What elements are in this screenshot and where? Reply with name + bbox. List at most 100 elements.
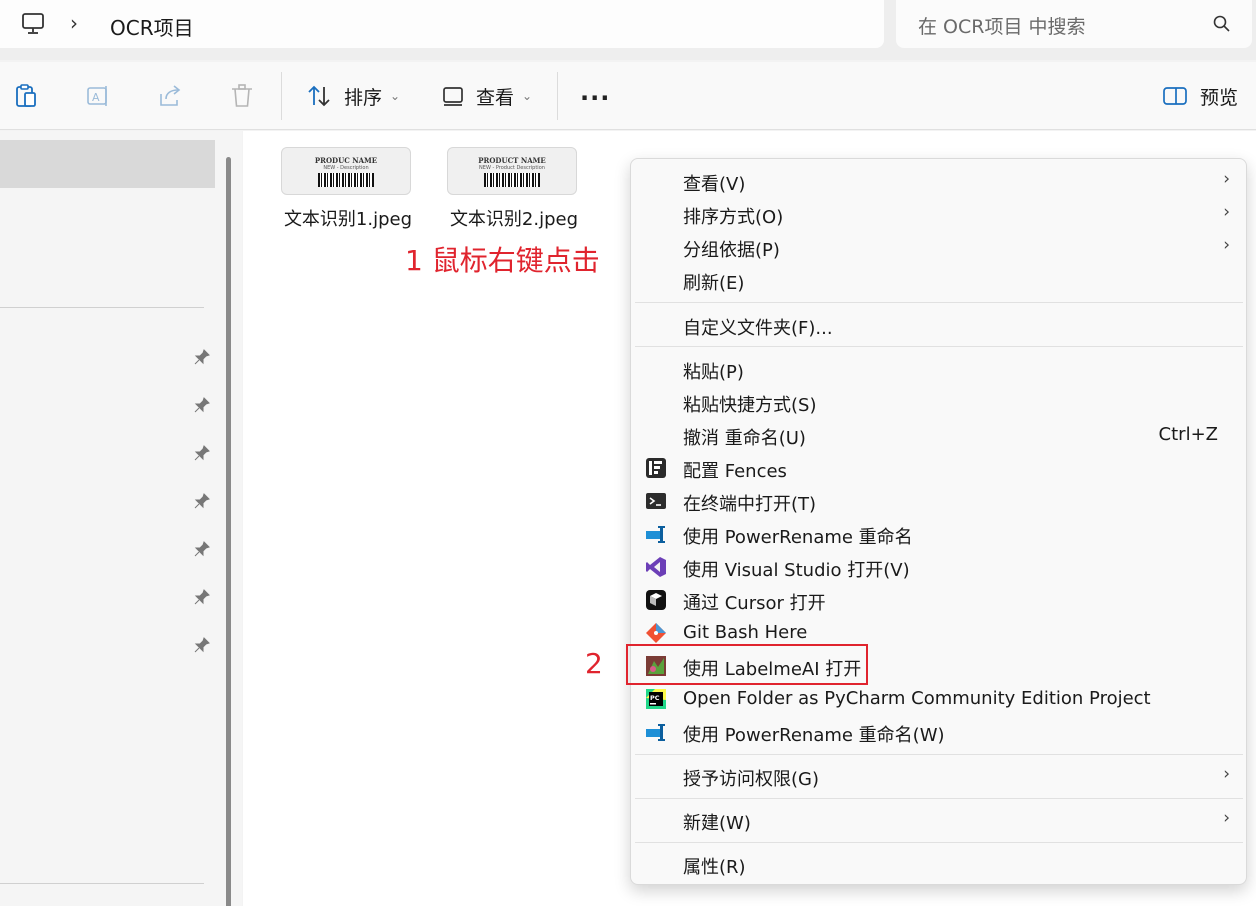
view-icon: [443, 87, 463, 106]
menu-item-new[interactable]: 新建(W) ›: [631, 804, 1248, 837]
view-button[interactable]: 查看 ⌄: [442, 62, 532, 130]
sort-button[interactable]: 排序 ⌄: [306, 62, 400, 130]
pin-icon[interactable]: [193, 396, 211, 414]
nav-scrollbar[interactable]: [226, 157, 231, 906]
menu-item-group-by[interactable]: 分组依据(P) ›: [631, 231, 1248, 264]
navigation-pane: [0, 131, 242, 906]
pin-icon[interactable]: [193, 588, 211, 606]
svg-text:A: A: [92, 91, 100, 104]
pin-icon[interactable]: [193, 444, 211, 462]
search-icon[interactable]: [1212, 14, 1232, 34]
thumb-desc: NEW - Description: [323, 164, 369, 171]
submenu-arrow-icon: ›: [1223, 202, 1230, 222]
thumb-title: PRODUC NAME: [314, 155, 378, 165]
preview-pane-icon: [1163, 87, 1187, 105]
rename-icon[interactable]: A: [84, 82, 112, 110]
view-label: 查看: [476, 86, 515, 109]
menu-item-powerrename-w[interactable]: 使用 PowerRename 重命名(W): [631, 716, 1248, 749]
submenu-arrow-icon: ›: [1223, 808, 1230, 828]
menu-separator: [635, 302, 1243, 303]
nav-item-selected[interactable]: [0, 140, 215, 188]
file-name[interactable]: 文本识别2.jpeg: [439, 205, 589, 231]
menu-item-customize-folder[interactable]: 自定义文件夹(F)...: [631, 309, 1248, 342]
preview-pane-button[interactable]: 预览: [1162, 62, 1238, 130]
file-thumbnail[interactable]: PRODUC NAME NEW - Description: [281, 147, 411, 195]
git-icon: [646, 623, 666, 643]
submenu-arrow-icon: ›: [1223, 169, 1230, 189]
address-row: › OCR项目 在 OCR项目 中搜索: [0, 0, 1256, 60]
menu-item-open-terminal[interactable]: 在终端中打开(T): [631, 485, 1248, 518]
menu-item-paste-shortcut[interactable]: 粘贴快捷方式(S): [631, 386, 1248, 419]
menu-item-refresh[interactable]: 刷新(E): [631, 264, 1248, 297]
menu-separator: [635, 842, 1243, 843]
menu-separator: [635, 798, 1243, 799]
barcode-image: [484, 172, 540, 187]
file-name[interactable]: 文本识别1.jpeg: [273, 205, 423, 231]
file-thumbnail[interactable]: PRODUCT NAME NEW - Product Description: [447, 147, 577, 195]
share-icon[interactable]: [156, 82, 184, 110]
thumb-title: PRODUCT NAME: [478, 155, 546, 165]
powerrename-icon: [646, 724, 665, 741]
menu-item-shortcut: Ctrl+Z: [1158, 424, 1218, 445]
sort-label: 排序: [344, 86, 383, 109]
menu-item-label: 属性(R): [683, 857, 746, 878]
svg-text:PC: PC: [650, 694, 660, 702]
menu-item-label: 粘贴(P): [683, 362, 744, 383]
address-bar[interactable]: › OCR项目: [0, 0, 884, 48]
annotation-step-1: 1 鼠标右键点击: [405, 244, 600, 277]
menu-item-label: Git Bash Here: [683, 622, 808, 643]
menu-item-label: 分组依据(P): [683, 240, 780, 261]
breadcrumb-current-folder[interactable]: OCR项目: [110, 12, 194, 41]
paste-icon[interactable]: [12, 82, 40, 110]
pin-icon[interactable]: [193, 540, 211, 558]
search-placeholder: 在 OCR项目 中搜索: [918, 16, 1086, 38]
menu-item-label: 授予访问权限(G): [683, 769, 819, 790]
this-pc-icon[interactable]: [20, 11, 46, 37]
menu-item-label: 通过 Cursor 打开: [683, 593, 826, 614]
nav-divider: [0, 307, 204, 308]
submenu-arrow-icon: ›: [1223, 764, 1230, 784]
menu-item-label: 排序方式(O): [683, 207, 784, 228]
context-menu: 查看(V) › 排序方式(O) › 分组依据(P) › 刷新(E) 自定义文件夹…: [630, 158, 1247, 885]
menu-item-grant-access[interactable]: 授予访问权限(G) ›: [631, 760, 1248, 793]
fences-icon: [646, 458, 666, 478]
search-input[interactable]: 在 OCR项目 中搜索: [896, 0, 1252, 48]
toolbar-divider: [281, 72, 282, 120]
breadcrumb-chevron-icon[interactable]: ›: [70, 11, 78, 35]
delete-icon[interactable]: [228, 82, 256, 110]
menu-item-properties[interactable]: 属性(R): [631, 848, 1248, 881]
cursor-icon: [646, 590, 666, 610]
menu-item-cursor[interactable]: 通过 Cursor 打开: [631, 584, 1248, 617]
menu-item-view[interactable]: 查看(V) ›: [631, 165, 1248, 198]
menu-item-label: Open Folder as PyCharm Community Edition…: [683, 688, 1151, 709]
menu-item-label: 使用 Visual Studio 打开(V): [683, 560, 910, 581]
menu-item-label: 新建(W): [683, 813, 751, 834]
menu-item-powerrename[interactable]: 使用 PowerRename 重命名: [631, 518, 1248, 551]
menu-item-label: 查看(V): [683, 174, 746, 195]
annotation-step-2: 2: [585, 647, 603, 680]
sort-icon: [308, 85, 330, 107]
menu-item-label: 撤消 重命名(U): [683, 428, 806, 449]
command-bar: A 排序 ⌄ 查看 ⌄ ··· 预览: [0, 62, 1256, 130]
menu-item-sort-by[interactable]: 排序方式(O) ›: [631, 198, 1248, 231]
menu-item-pycharm[interactable]: PC Open Folder as PyCharm Community Edit…: [631, 683, 1248, 716]
powerrename-icon: [646, 526, 665, 543]
nav-divider: [0, 883, 204, 884]
preview-label: 预览: [1200, 86, 1239, 109]
menu-separator: [635, 754, 1243, 755]
pin-icon[interactable]: [193, 348, 211, 366]
pin-icon[interactable]: [193, 636, 211, 654]
annotation-highlight-box: [626, 644, 868, 685]
menu-item-label: 使用 PowerRename 重命名(W): [683, 725, 945, 746]
menu-item-label: 在终端中打开(T): [683, 494, 817, 515]
pin-icon[interactable]: [193, 492, 211, 510]
menu-item-paste[interactable]: 粘贴(P): [631, 353, 1248, 386]
chevron-down-icon: ⌄: [522, 89, 533, 103]
visual-studio-icon: [646, 557, 666, 577]
menu-item-fences[interactable]: 配置 Fences: [631, 452, 1248, 485]
more-options-button[interactable]: ···: [580, 84, 610, 112]
toolbar-divider: [557, 72, 558, 120]
menu-item-label: 使用 PowerRename 重命名: [683, 527, 913, 548]
menu-item-visual-studio[interactable]: 使用 Visual Studio 打开(V): [631, 551, 1248, 584]
menu-item-undo-rename[interactable]: 撤消 重命名(U) Ctrl+Z: [631, 419, 1248, 452]
